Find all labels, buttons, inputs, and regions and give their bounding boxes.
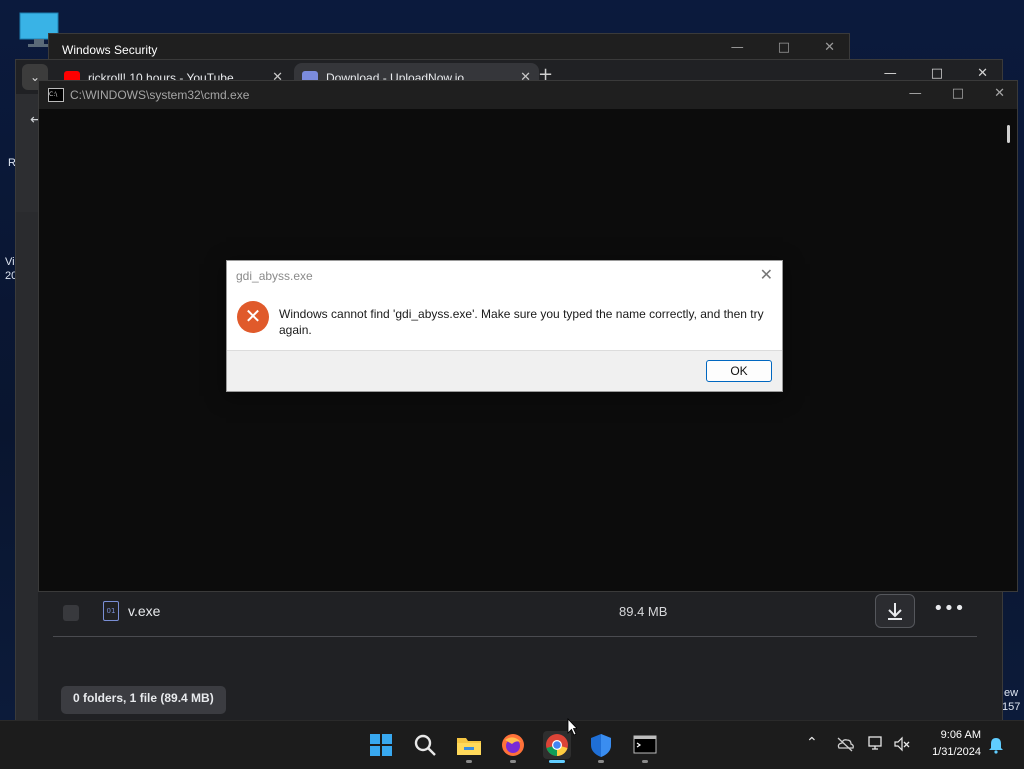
file-icon: 01 bbox=[103, 601, 119, 621]
close-icon[interactable]: ✕ bbox=[824, 40, 835, 55]
minimize-icon[interactable]: — bbox=[909, 86, 922, 101]
taskbar: ⌃ 9:06 AM 1/31/2024 bbox=[0, 720, 1024, 769]
dialog-footer: OK bbox=[227, 350, 782, 391]
desktop-edge-text: 157 bbox=[1002, 701, 1021, 713]
notification-bell-icon[interactable] bbox=[988, 736, 1004, 754]
network-icon[interactable] bbox=[867, 735, 885, 753]
maximize-icon[interactable]: □ bbox=[778, 40, 790, 55]
active-indicator bbox=[549, 760, 565, 763]
running-indicator bbox=[598, 760, 604, 763]
volume-muted-icon[interactable] bbox=[893, 735, 911, 753]
file-size: 89.4 MB bbox=[619, 604, 668, 619]
maximize-icon[interactable]: □ bbox=[931, 66, 943, 81]
download-file-row[interactable]: 01 v.exe 89.4 MB ••• bbox=[53, 590, 977, 637]
cmd-title: C:\WINDOWS\system32\cmd.exe bbox=[70, 88, 250, 102]
error-dialog: gdi_abyss.exe ✕ ✕ Windows cannot find 'g… bbox=[226, 260, 783, 392]
more-options-icon[interactable]: ••• bbox=[933, 598, 965, 620]
show-hidden-icons-chevron-up-icon[interactable]: ⌃ bbox=[806, 735, 818, 751]
running-indicator bbox=[466, 760, 472, 763]
desktop-edge-text: Vi bbox=[5, 256, 15, 268]
page-side-strip bbox=[16, 212, 38, 721]
search-icon[interactable] bbox=[411, 731, 439, 759]
file-select-checkbox[interactable] bbox=[63, 605, 79, 621]
clock-time[interactable]: 9:06 AM bbox=[941, 729, 981, 741]
dialog-title: gdi_abyss.exe bbox=[236, 269, 313, 283]
file-explorer-icon[interactable] bbox=[455, 731, 483, 763]
running-indicator bbox=[642, 760, 648, 763]
mouse-cursor-icon bbox=[567, 718, 577, 736]
maximize-icon[interactable]: □ bbox=[952, 86, 964, 101]
file-name[interactable]: v.exe bbox=[128, 603, 160, 619]
cmd-icon: C:\ bbox=[48, 88, 64, 102]
download-icon bbox=[888, 603, 902, 620]
minimize-icon[interactable]: — bbox=[884, 66, 897, 81]
firefox-icon[interactable] bbox=[499, 731, 527, 763]
start-icon[interactable] bbox=[367, 731, 395, 759]
close-icon[interactable]: ✕ bbox=[994, 86, 1005, 101]
close-icon[interactable]: ✕ bbox=[760, 265, 773, 285]
minimize-icon[interactable]: — bbox=[731, 40, 744, 55]
cmd-titlebar[interactable]: C:\ C:\WINDOWS\system32\cmd.exe — □ ✕ bbox=[39, 81, 1017, 109]
back-button[interactable]: ← bbox=[16, 94, 42, 212]
dialog-message: Windows cannot find 'gdi_abyss.exe'. Mak… bbox=[279, 307, 764, 337]
clock-date[interactable]: 1/31/2024 bbox=[932, 746, 981, 758]
terminal-icon[interactable] bbox=[631, 731, 659, 763]
file-summary: 0 folders, 1 file (89.4 MB) bbox=[61, 686, 226, 714]
onedrive-offline-icon[interactable] bbox=[836, 736, 854, 752]
ok-button[interactable]: OK bbox=[706, 360, 772, 382]
windows-security-icon[interactable] bbox=[587, 731, 615, 763]
scrollbar-thumb[interactable] bbox=[1007, 125, 1010, 143]
running-indicator bbox=[510, 760, 516, 763]
error-icon: ✕ bbox=[237, 301, 269, 333]
desktop-edge-text: ew bbox=[1004, 687, 1019, 699]
close-icon[interactable]: ✕ bbox=[977, 66, 988, 81]
download-button[interactable] bbox=[875, 594, 915, 628]
windows-security-title: Windows Security bbox=[62, 43, 158, 57]
